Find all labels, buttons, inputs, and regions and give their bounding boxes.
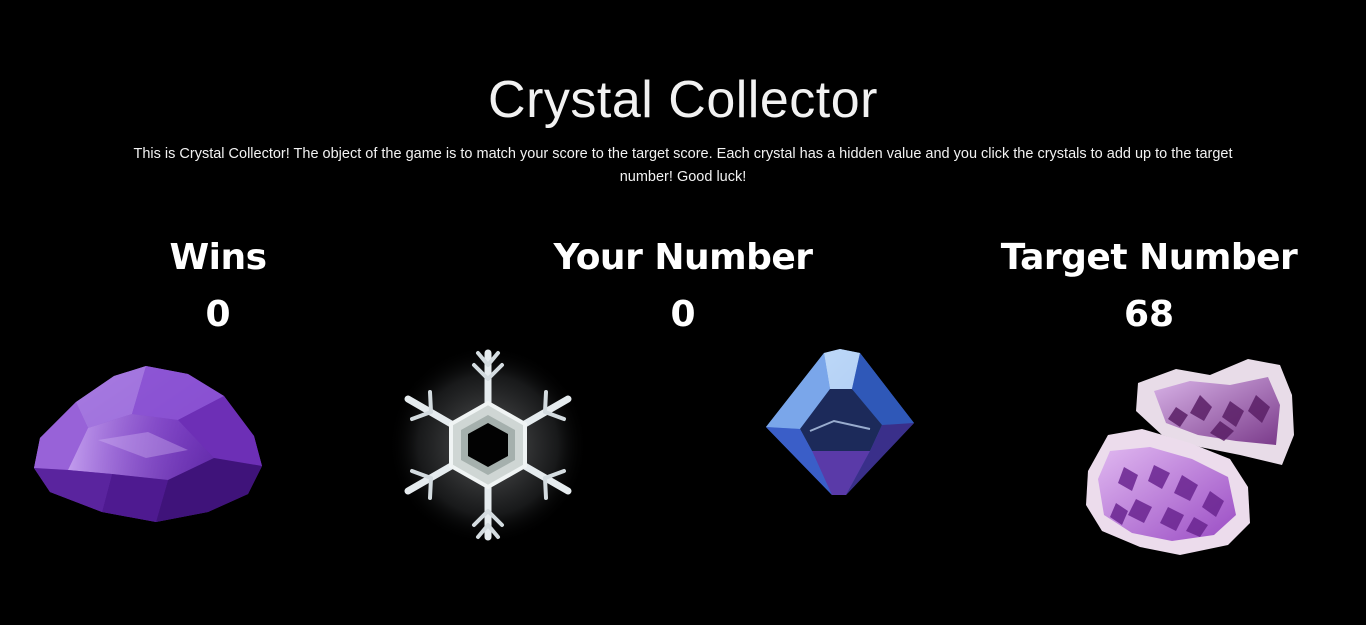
- target-number-panel: Target Number 68: [949, 234, 1349, 340]
- target-number-label: Target Number: [1000, 237, 1298, 278]
- target-number-value: 68: [1123, 294, 1175, 335]
- crystal-button-1[interactable]: [28, 362, 266, 526]
- crystal-button-2[interactable]: [382, 345, 594, 545]
- amethyst-geode-cluster-icon: [1086, 359, 1294, 555]
- crystal-button-4[interactable]: [1080, 355, 1300, 560]
- game-instructions: This is Crystal Collector! The object of…: [133, 146, 1233, 185]
- your-number-value: 0: [670, 294, 696, 335]
- your-number-panel: Your Number 0: [483, 234, 883, 340]
- purple-amethyst-crystal-icon: [34, 366, 262, 522]
- wins-value: 0: [205, 294, 231, 335]
- your-number-label: Your Number: [553, 237, 813, 278]
- crystal-button-3[interactable]: [760, 345, 920, 497]
- blue-diamond-crystal-icon: [766, 349, 914, 495]
- wins-panel: Wins 0: [68, 234, 368, 340]
- page-title: Crystal Collector: [488, 71, 878, 129]
- snowflake-crystal-icon: [388, 345, 588, 545]
- wins-label: Wins: [169, 237, 267, 278]
